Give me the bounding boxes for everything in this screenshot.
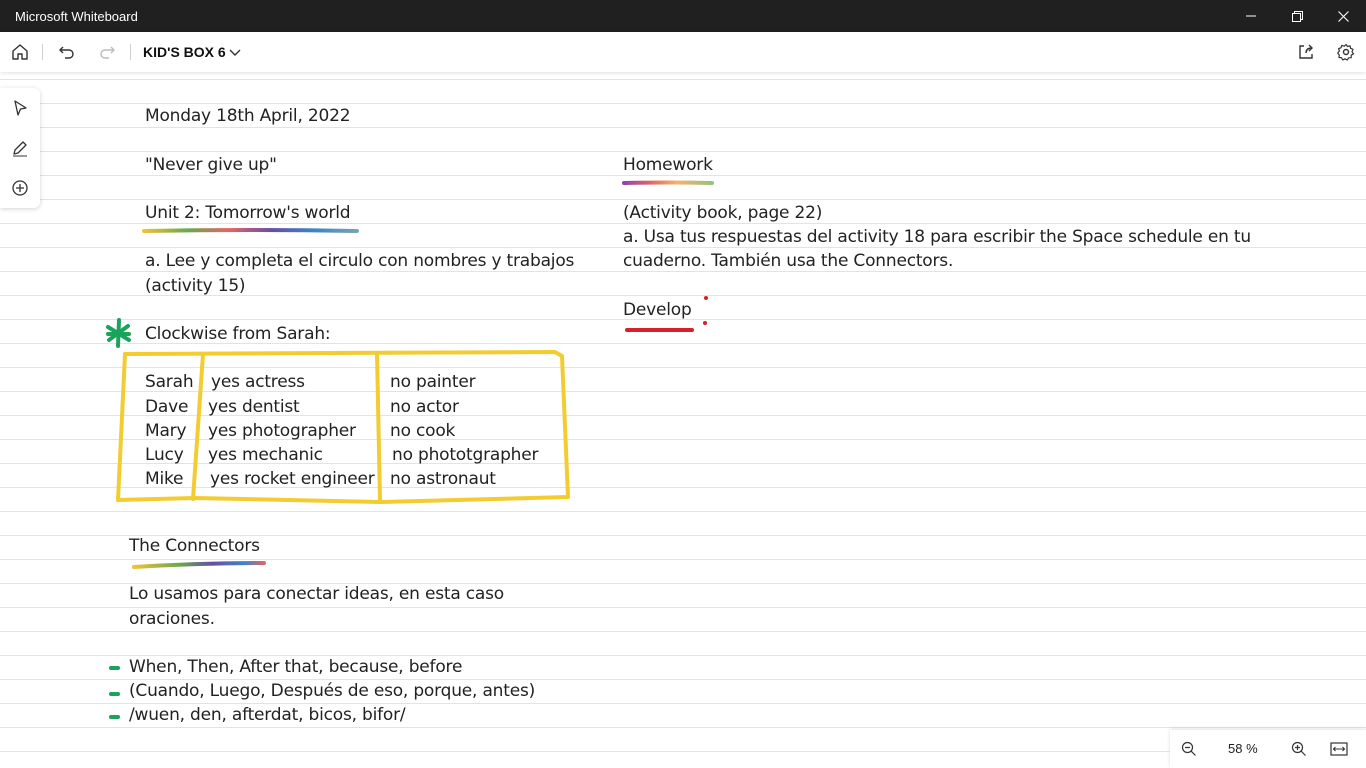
app-title: Microsoft Whiteboard [15,9,138,24]
develop-title: Develop [623,300,692,320]
homework-line-1: a. Usa tus respuestas del activity 18 pa… [623,227,1251,247]
fit-screen-icon [1330,742,1348,756]
share-icon [1299,44,1313,59]
table-cell-name: Mary [145,421,187,441]
instruction-line-1: a. Lee y completa el circulo con nombres… [145,251,575,271]
table-cell-no: no phototgrapher [392,445,539,465]
table-cell-name: Mike [145,469,184,489]
connectors-line-2: oraciones. [129,609,215,629]
add-button[interactable] [8,176,32,200]
settings-button[interactable] [1332,38,1360,66]
board-title[interactable]: KID'S BOX 6 [143,44,226,60]
close-icon [1337,10,1349,22]
redo-icon [100,46,115,59]
share-button[interactable] [1292,38,1320,66]
table-cell-no: no astronaut [390,469,496,489]
minimize-icon [1246,15,1256,17]
table-cell-name: Sarah [145,372,194,392]
zoom-controls: 58 % [1170,730,1366,768]
instruction-line-2: (activity 15) [145,276,246,296]
table-cell-yes: yes photographer [208,421,356,441]
home-icon [12,44,28,60]
plus-circle-icon [12,180,28,196]
table-cell-yes: yes mechanic [208,445,323,465]
toolbar-divider [130,44,131,60]
home-button[interactable] [6,38,34,66]
restore-icon [1291,10,1303,22]
title-bar: Microsoft Whiteboard [0,0,1366,32]
motto-text: "Never give up" [145,155,277,175]
table-cell-name: Dave [145,397,189,417]
close-button[interactable] [1320,0,1366,32]
fit-to-screen-button[interactable] [1329,739,1349,759]
unit-title: Unit 2: Tomorrow's world [145,203,351,223]
restore-button[interactable] [1274,0,1320,32]
date-text: Monday 18th April, 2022 [145,106,351,126]
bullet-item: When, Then, After that, because, before [129,657,463,677]
bullet-item: (Cuando, Luego, Después de eso, porque, … [129,681,536,701]
gear-icon [1337,43,1355,61]
select-tool-button[interactable] [8,96,32,120]
table-cell-yes: yes actress [211,372,305,392]
homework-reference: (Activity book, page 22) [623,203,823,223]
table-cell-no: no painter [390,372,476,392]
pen-icon [13,141,27,157]
zoom-out-button[interactable] [1179,739,1199,759]
table-cell-no: no cook [390,421,456,441]
tool-palette [0,88,40,208]
table-cell-yes: yes rocket engineer [210,469,375,489]
zoom-in-button[interactable] [1289,739,1309,759]
homework-title: Homework [623,155,713,175]
undo-button[interactable] [53,38,81,66]
minimize-button[interactable] [1228,0,1274,32]
zoom-in-icon [1291,741,1306,756]
table-cell-name: Lucy [145,445,184,465]
app-toolbar: KID'S BOX 6 [0,32,1366,72]
zoom-level: 58 % [1228,741,1258,756]
cursor-icon [14,100,27,116]
bullet-item: /wuen, den, afterdat, bicos, bifor/ [129,705,406,725]
clockwise-heading: Clockwise from Sarah: [145,324,331,344]
chevron-down-icon[interactable] [228,45,242,59]
undo-icon [59,46,74,59]
table-cell-yes: yes dentist [208,397,300,417]
toolbar-divider [42,44,43,60]
pen-tool-button[interactable] [8,136,32,160]
homework-line-2: cuaderno. También usa the Connectors. [623,251,954,271]
redo-button[interactable] [93,38,121,66]
connectors-line-1: Lo usamos para conectar ideas, en esta c… [129,584,504,604]
connectors-title: The Connectors [129,536,260,556]
zoom-out-icon [1181,741,1196,756]
table-cell-no: no actor [390,397,459,417]
